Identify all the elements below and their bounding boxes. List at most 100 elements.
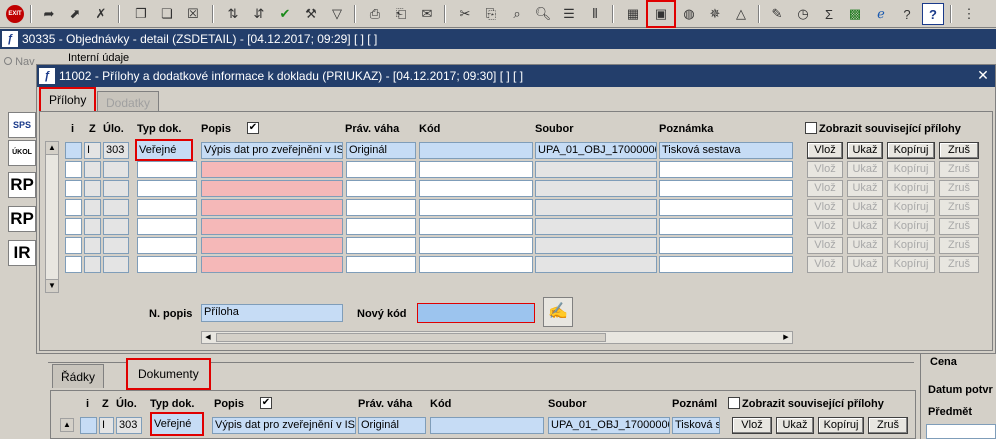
show-button[interactable]: Ukaž <box>847 218 883 235</box>
row-ulo-cell[interactable] <box>103 161 129 178</box>
close-icon[interactable]: ✕ <box>975 67 991 83</box>
print-icon[interactable]: ⎙ <box>364 3 386 25</box>
attachments-icon[interactable]: ▣ <box>646 0 676 28</box>
delete-button[interactable]: Zruš <box>939 161 979 178</box>
sidebar-item-sps[interactable]: SPS <box>8 112 36 138</box>
row-typ-cell[interactable] <box>137 218 197 235</box>
tab-dodatky[interactable]: Dodatky <box>97 91 160 113</box>
confirm-icon[interactable]: ✔ <box>274 3 296 25</box>
row-poznamka-cell[interactable] <box>659 256 793 273</box>
lower-show-button[interactable]: Ukaž <box>776 417 814 434</box>
show-button[interactable]: Ukaž <box>847 180 883 197</box>
scroll-up-icon[interactable]: ▲ <box>45 141 59 155</box>
predmet-input[interactable] <box>926 424 996 439</box>
row-ulo-cell[interactable]: 303 <box>103 142 129 159</box>
row-soubor-cell[interactable] <box>535 199 657 216</box>
row-typ-cell[interactable]: Veřejné <box>135 139 193 161</box>
row-prav-cell[interactable] <box>346 161 416 178</box>
row-z-cell[interactable] <box>84 180 101 197</box>
row-kod-cell[interactable] <box>419 256 533 273</box>
row-indicator[interactable] <box>65 161 82 178</box>
search-icon[interactable]: 🔍︎ <box>532 3 554 25</box>
lower-row-soubor-cell[interactable]: UPA_01_OBJ_17000000 <box>548 417 670 434</box>
row-z-cell[interactable] <box>84 199 101 216</box>
row-z-cell[interactable] <box>84 237 101 254</box>
row-kod-cell[interactable] <box>419 237 533 254</box>
printer-setup-icon[interactable]: ⎗ <box>390 3 412 25</box>
insert-button[interactable]: Vlož <box>807 180 843 197</box>
sidebar-item-rp-1[interactable]: RP <box>8 172 36 198</box>
sum-icon[interactable]: Σ <box>818 3 840 25</box>
row-ulo-cell[interactable] <box>103 218 129 235</box>
sidebar-item-ir[interactable]: IR <box>8 240 36 266</box>
row-prav-cell[interactable] <box>346 218 416 235</box>
row-soubor-cell[interactable] <box>535 218 657 235</box>
wrench-icon[interactable]: ⚒ <box>300 3 322 25</box>
row-kod-cell[interactable] <box>419 161 533 178</box>
copy-button[interactable]: Kopíruj <box>887 237 935 254</box>
copy-button[interactable]: Kopíruj <box>887 256 935 273</box>
row-ulo-cell[interactable] <box>103 180 129 197</box>
row-indicator[interactable] <box>65 142 82 159</box>
row-ulo-cell[interactable] <box>103 237 129 254</box>
lower-copy-button[interactable]: Kopíruj <box>818 417 864 434</box>
help-book-icon[interactable]: ? <box>922 3 944 25</box>
show-button[interactable]: Ukaž <box>847 237 883 254</box>
horizontal-scrollbar[interactable]: ◀ ▶ <box>201 331 793 344</box>
exit-button[interactable]: EXIT <box>4 3 26 25</box>
row-popis-cell[interactable] <box>201 256 343 273</box>
binoculars-icon[interactable]: ⌕ <box>506 3 528 25</box>
list-icon[interactable]: ☰ <box>558 3 580 25</box>
cancel-icon[interactable]: ☒ <box>182 3 204 25</box>
delete-button[interactable]: Zruš <box>939 256 979 273</box>
lower-row-ulo-cell[interactable]: 303 <box>116 417 142 434</box>
insert-button[interactable]: Vlož <box>807 161 843 178</box>
tab-dokumenty[interactable]: Dokumenty <box>126 358 211 390</box>
grid-scrollbar[interactable]: ▲ ▼ <box>45 141 59 293</box>
n-popis-input[interactable]: Příloha <box>201 304 343 322</box>
scroll-right-icon[interactable]: ▶ <box>780 332 792 343</box>
delete-button[interactable]: Zruš <box>939 180 979 197</box>
sort-za-icon[interactable]: ⇵ <box>248 3 270 25</box>
row-indicator[interactable] <box>65 256 82 273</box>
row-typ-cell[interactable] <box>137 161 197 178</box>
lower-row-indicator[interactable] <box>80 417 97 434</box>
delete-button[interactable]: Zruš <box>939 237 979 254</box>
insert-button[interactable]: Vlož <box>807 218 843 235</box>
show-related-checkbox[interactable] <box>805 122 817 134</box>
row-popis-cell[interactable] <box>201 199 343 216</box>
row-ulo-cell[interactable] <box>103 199 129 216</box>
row-indicator[interactable] <box>65 199 82 216</box>
insert-button[interactable]: Vlož <box>807 237 843 254</box>
lower-popis-checkbox[interactable]: ✔ <box>260 397 272 409</box>
arrow-add-icon[interactable]: ➦ <box>38 3 60 25</box>
lower-insert-button[interactable]: Vlož <box>732 417 772 434</box>
new-record-icon[interactable]: ⬈ <box>64 3 86 25</box>
row-z-cell[interactable] <box>84 218 101 235</box>
scroll-down-icon[interactable]: ▼ <box>45 279 59 293</box>
lower-row-kod-cell[interactable] <box>430 417 544 434</box>
lower-delete-button[interactable]: Zruš <box>868 417 908 434</box>
edit-icon[interactable]: ✎ <box>766 3 788 25</box>
row-poznamka-cell[interactable] <box>659 199 793 216</box>
lower-row-typ-cell[interactable]: Veřejné <box>150 412 204 436</box>
row-kod-cell[interactable] <box>419 199 533 216</box>
calculator-icon[interactable]: ▦ <box>622 3 644 25</box>
delete-icon[interactable]: ✗ <box>90 3 112 25</box>
novy-kod-input[interactable] <box>417 303 535 323</box>
paste-icon[interactable]: ❏ <box>156 3 178 25</box>
wheel-icon[interactable]: ✵ <box>704 3 726 25</box>
dialog-titlebar[interactable]: ƒ 11002 - Přílohy a dodatkové informace … <box>37 65 995 87</box>
lower-row-poznamka-cell[interactable]: Tisková s <box>672 417 720 434</box>
copy-icon[interactable]: ❐ <box>130 3 152 25</box>
row-typ-cell[interactable] <box>137 199 197 216</box>
row-z-cell[interactable]: I <box>84 142 101 159</box>
lower-show-related-checkbox[interactable] <box>728 397 740 409</box>
row-soubor-cell[interactable] <box>535 237 657 254</box>
copy-button[interactable]: Kopíruj <box>887 199 935 216</box>
row-indicator[interactable] <box>65 237 82 254</box>
delete-button[interactable]: Zruš <box>939 199 979 216</box>
row-ulo-cell[interactable] <box>103 256 129 273</box>
columns-icon[interactable]: ⫴ <box>584 3 606 25</box>
row-soubor-cell[interactable] <box>535 180 657 197</box>
